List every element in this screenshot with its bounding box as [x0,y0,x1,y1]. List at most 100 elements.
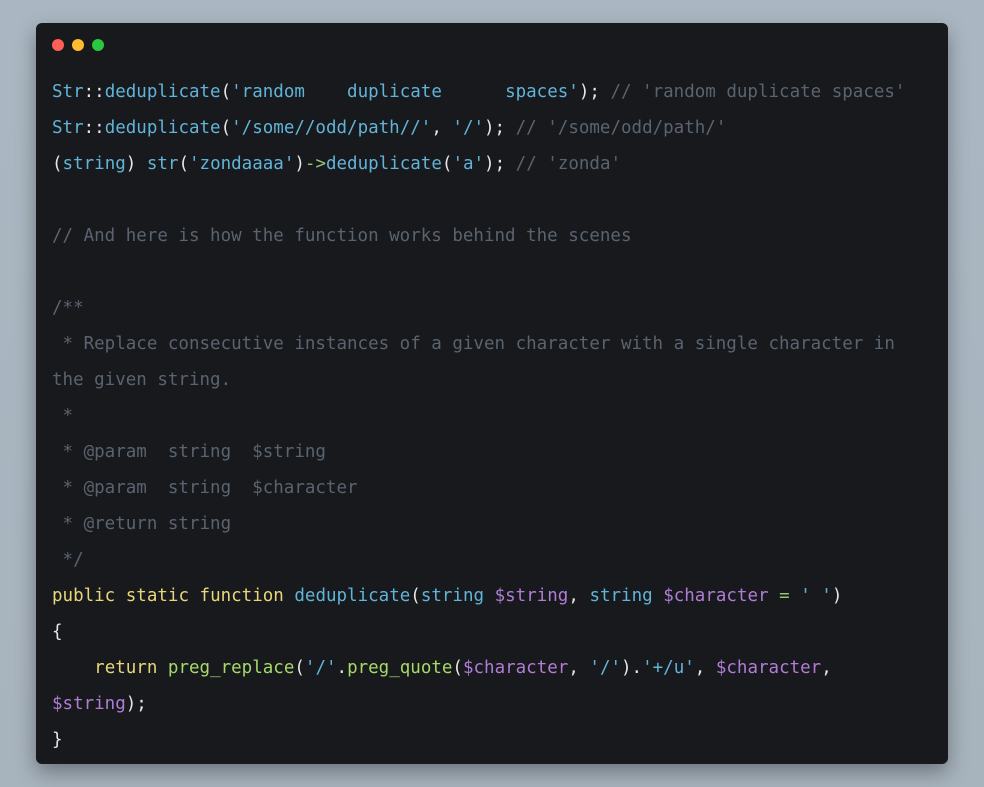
code-token: ' ' [800,586,832,606]
code-token: , [694,658,716,678]
code-token: * [52,406,74,426]
code-token: 'a' [452,154,485,174]
code-token: public [52,586,116,606]
code-token: '/some//odd/path//' [231,118,432,138]
code-line: $string); [52,686,942,722]
code-line: return preg_replace('/'.preg_quote($char… [52,650,942,686]
code-token: '+/u' [642,658,695,678]
code-token: ( [52,154,63,174]
code-token: ( [220,118,232,138]
code-token: 'random duplicate spaces' [231,82,579,102]
code-token: // '/some/odd/path/' [515,118,727,138]
code-token: preg_quote [347,658,453,678]
code-token: the given string. [52,370,232,390]
code-token: str [146,154,179,174]
code-token: = [779,586,790,606]
code-token: string [62,154,126,174]
code-token: -> [304,154,326,174]
code-line: (string) str('zondaaaa')->deduplicate('a… [52,146,942,182]
code-token: . [336,658,348,678]
code-line: Str::deduplicate('/some//odd/path//', '/… [52,110,942,146]
code-line: { [52,614,942,650]
code-token: '/' [589,658,622,678]
code-token: '/' [304,658,337,678]
code-token: $string [52,694,126,714]
code-token: $character [663,586,769,606]
code-token: deduplicate [104,82,221,102]
code-token: static [125,586,189,606]
code-token: , [821,658,832,678]
code-token: } [52,730,63,750]
code-line: * Replace consecutive instances of a giv… [52,326,942,362]
code-token: preg_replace [167,658,295,678]
code-line: * @return string [52,506,942,542]
code-line: the given string. [52,362,942,398]
code-token: ) [294,154,305,174]
code-token: :: [83,118,105,138]
code-block: Str::deduplicate('random duplicate space… [52,74,942,758]
code-token: ); [484,154,506,174]
code-token: $string [494,586,569,606]
code-token: Str [52,82,84,102]
code-token: Str [52,118,84,138]
code-token: deduplicate [104,118,221,138]
code-line: public static function deduplicate(strin… [52,578,942,614]
code-line: * @param string $character [52,470,942,506]
code-token: '/' [452,118,485,138]
code-token: deduplicate [294,586,411,606]
code-token: * @param string $character [52,478,358,498]
code-line: /** [52,290,942,326]
code-token: ) [125,154,147,174]
code-token: ( [178,154,189,174]
code-token: ( [294,658,305,678]
code-token: ). [621,658,643,678]
code-token: * @param string $string [52,442,326,462]
code-token: ( [452,658,463,678]
code-token: * Replace consecutive instances of a giv… [52,334,895,354]
code-line: * @param string $string [52,434,942,470]
code-token: { [52,622,63,642]
window-controls [52,39,104,51]
close-button[interactable] [52,39,64,51]
code-token: return [94,658,158,678]
code-token: ( [441,154,453,174]
code-token: , [568,658,590,678]
code-token: ); [125,694,147,714]
code-line: // And here is how the function works be… [52,218,942,254]
code-token: */ [52,550,84,570]
code-token: // 'zonda' [515,154,622,174]
code-token: ( [410,586,421,606]
code-token: ( [220,82,232,102]
code-token: $character [462,658,569,678]
code-line: */ [52,542,942,578]
code-token: // 'random duplicate spaces' [610,82,906,102]
minimize-button[interactable] [72,39,84,51]
code-token: , [431,118,453,138]
maximize-button[interactable] [92,39,104,51]
code-token: string [589,586,653,606]
code-line: Str::deduplicate('random duplicate space… [52,74,942,110]
code-token: deduplicate [325,154,442,174]
code-token: ) [831,586,843,606]
code-token: // And here is how the function works be… [52,226,632,246]
code-window: Str::deduplicate('random duplicate space… [36,23,948,764]
code-token: /** [52,298,84,318]
code-token: * @return string [52,514,232,534]
code-token: :: [83,82,105,102]
code-line: * [52,398,942,434]
code-token: string [420,586,485,606]
code-token: ); [484,118,506,138]
